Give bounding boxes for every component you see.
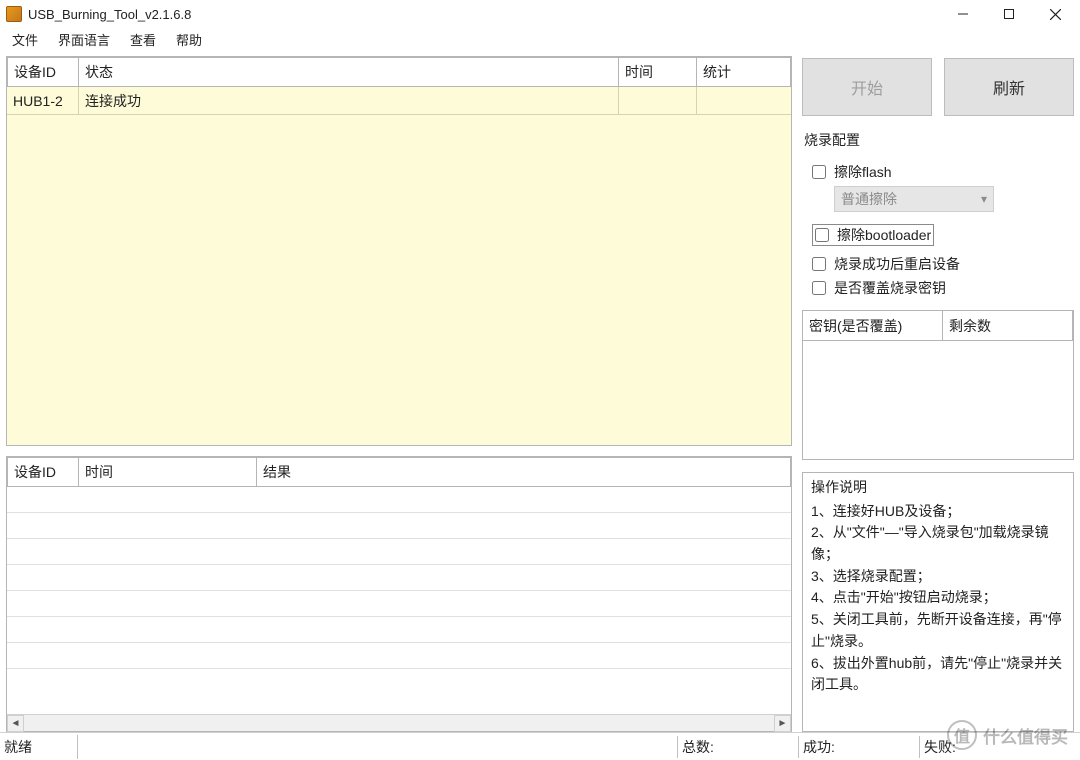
key-header-remain[interactable]: 剩余数 <box>943 311 1073 341</box>
overwrite-key-checkbox[interactable]: 是否覆盖烧录密钥 <box>812 278 1068 298</box>
device-cell-id: HUB1-2 <box>7 87 79 114</box>
status-fail: 失败: <box>920 735 1080 759</box>
status-total: 总数: <box>678 735 798 759</box>
menu-bar: 文件 界面语言 查看 帮助 <box>0 28 1080 52</box>
result-table-body <box>7 487 791 714</box>
status-bar: 就绪 总数: 成功: 失败: <box>0 732 1080 760</box>
reboot-after-checkbox[interactable]: 烧录成功后重启设备 <box>812 254 1068 274</box>
overwrite-key-input[interactable] <box>812 281 826 295</box>
scroll-left-icon[interactable]: ◄ <box>7 715 24 732</box>
chevron-down-icon: ▾ <box>981 192 987 206</box>
result-header-id[interactable]: 设备ID <box>7 457 79 487</box>
window-title: USB_Burning_Tool_v2.1.6.8 <box>28 7 191 22</box>
instructions-panel: 操作说明 1、连接好HUB及设备； 2、从"文件"—"导入烧录包"加载烧录镜像；… <box>802 472 1074 732</box>
reboot-after-label: 烧录成功后重启设备 <box>834 254 960 274</box>
erase-flash-checkbox[interactable]: 擦除flash <box>812 162 1068 182</box>
key-header-key[interactable]: 密钥(是否覆盖) <box>803 311 943 341</box>
device-cell-state: 连接成功 <box>79 87 619 114</box>
instruction-line: 5、关闭工具前，先断开设备连接，再"停止"烧录。 <box>811 609 1065 652</box>
minimize-icon <box>958 9 968 19</box>
maximize-button[interactable] <box>986 0 1032 28</box>
device-cell-time <box>619 87 697 114</box>
scroll-right-icon[interactable]: ► <box>774 715 791 732</box>
menu-language[interactable]: 界面语言 <box>48 28 120 51</box>
instruction-line: 1、连接好HUB及设备； <box>811 501 1065 523</box>
erase-bootloader-label: 擦除bootloader <box>837 225 931 245</box>
device-table: 设备ID 状态 时间 统计 HUB1-2 连接成功 <box>6 56 792 446</box>
result-table: 设备ID 时间 结果 ◄ ► <box>6 456 792 732</box>
erase-mode-value: 普通擦除 <box>841 189 897 209</box>
reboot-after-input[interactable] <box>812 257 826 271</box>
key-table: 密钥(是否覆盖) 剩余数 <box>802 310 1074 460</box>
erase-mode-select[interactable]: 普通擦除 ▾ <box>834 186 994 212</box>
minimize-button[interactable] <box>940 0 986 28</box>
menu-file[interactable]: 文件 <box>2 28 48 51</box>
menu-view[interactable]: 查看 <box>120 28 166 51</box>
instruction-line: 6、拔出外置hub前，请先"停止"烧录并关闭工具。 <box>811 653 1065 696</box>
config-panel: 擦除flash 普通擦除 ▾ 擦除bootloader <box>802 156 1074 310</box>
app-icon <box>6 6 22 22</box>
config-title: 烧录配置 <box>804 130 1074 150</box>
refresh-button[interactable]: 刷新 <box>944 58 1074 116</box>
erase-flash-label: 擦除flash <box>834 162 892 182</box>
result-header-time[interactable]: 时间 <box>79 457 257 487</box>
close-icon <box>1050 9 1061 20</box>
result-scrollbar[interactable]: ◄ ► <box>7 714 791 731</box>
start-button[interactable]: 开始 <box>802 58 932 116</box>
device-table-body: HUB1-2 连接成功 <box>7 87 791 445</box>
result-header-result[interactable]: 结果 <box>257 457 791 487</box>
erase-flash-input[interactable] <box>812 165 826 179</box>
instruction-line: 2、从"文件"—"导入烧录包"加载烧录镜像； <box>811 522 1065 565</box>
instructions-title: 操作说明 <box>811 477 1065 499</box>
device-header-time[interactable]: 时间 <box>619 57 697 87</box>
instruction-line: 3、选择烧录配置； <box>811 566 1065 588</box>
erase-bootloader-checkbox[interactable]: 擦除bootloader <box>812 224 934 246</box>
status-ready: 就绪 <box>0 735 78 759</box>
erase-bootloader-input[interactable] <box>815 228 829 242</box>
maximize-icon <box>1004 9 1014 19</box>
menu-help[interactable]: 帮助 <box>166 28 212 51</box>
status-success: 成功: <box>799 735 919 759</box>
close-button[interactable] <box>1032 0 1078 28</box>
device-row[interactable]: HUB1-2 连接成功 <box>7 87 791 115</box>
device-header-id[interactable]: 设备ID <box>7 57 79 87</box>
overwrite-key-label: 是否覆盖烧录密钥 <box>834 278 946 298</box>
device-cell-stat <box>697 87 791 114</box>
title-bar: USB_Burning_Tool_v2.1.6.8 <box>0 0 1080 28</box>
instruction-line: 4、点击"开始"按钮启动烧录； <box>811 587 1065 609</box>
device-header-stat[interactable]: 统计 <box>697 57 791 87</box>
client-area: 设备ID 状态 时间 统计 HUB1-2 连接成功 <box>0 52 1080 732</box>
device-header-state[interactable]: 状态 <box>79 57 619 87</box>
app-window: USB_Burning_Tool_v2.1.6.8 文件 界面语言 查看 帮助 … <box>0 0 1080 760</box>
